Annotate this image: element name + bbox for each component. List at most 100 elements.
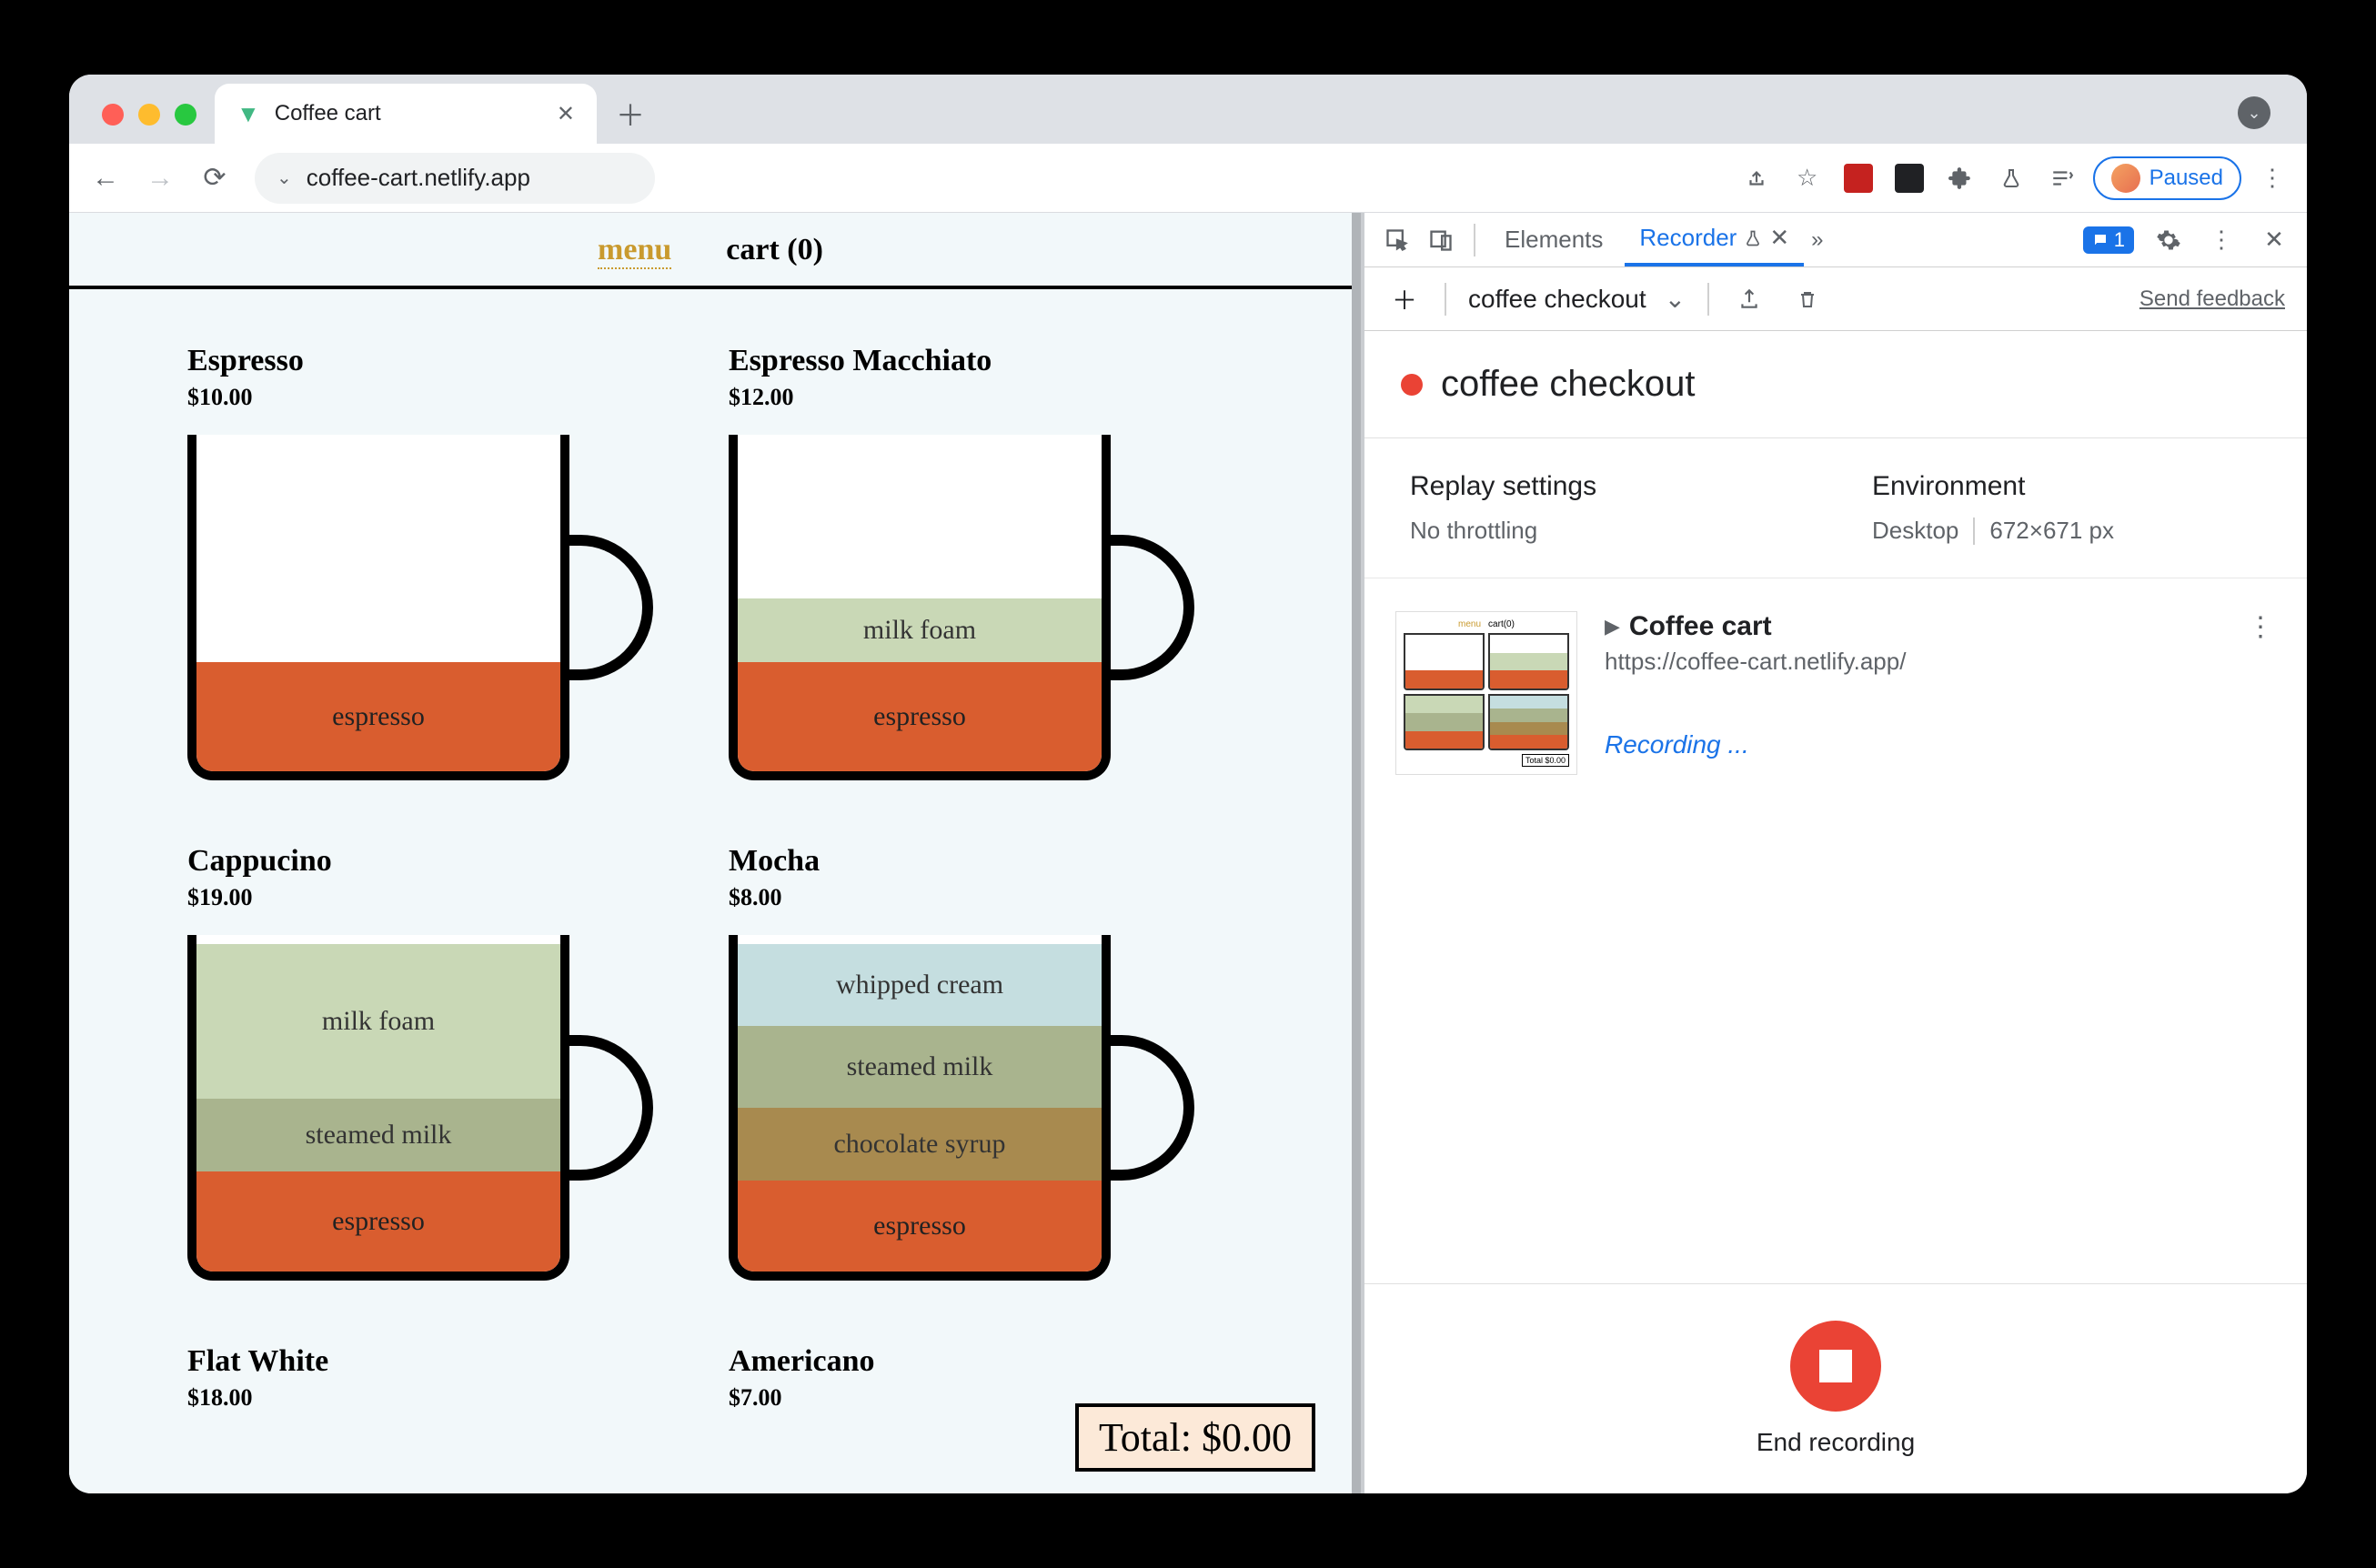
- extensions-menu-icon[interactable]: [1940, 158, 1980, 198]
- extension-1-icon[interactable]: [1838, 158, 1878, 198]
- vue-favicon-icon: ▼: [237, 100, 260, 128]
- cup-graphic: milk foamsteamed milkespresso: [187, 935, 624, 1299]
- cup-layer: espresso: [196, 662, 560, 771]
- close-tab-recorder-icon[interactable]: ✕: [1769, 224, 1789, 252]
- product-title: Americano: [729, 1344, 1233, 1379]
- close-devtools-icon[interactable]: ✕: [2256, 222, 2292, 258]
- cup-graphic: espresso: [187, 435, 624, 799]
- total-box[interactable]: Total: $0.00: [1075, 1403, 1315, 1472]
- paused-label: Paused: [2149, 166, 2223, 191]
- browser-tab[interactable]: ▼ Coffee cart ✕: [215, 84, 597, 144]
- extension-2-icon[interactable]: [1889, 158, 1929, 198]
- step-url: https://coffee-cart.netlify.app/: [1605, 648, 2220, 676]
- product-card[interactable]: Cappucino $19.00 milk foamsteamed milkespr…: [187, 844, 692, 1299]
- site-info-icon[interactable]: ⌄: [277, 166, 292, 189]
- issues-badge[interactable]: 1: [2083, 226, 2134, 254]
- product-price: $18.00: [187, 1384, 692, 1412]
- more-tabs-icon[interactable]: »: [1811, 227, 1823, 253]
- recording-status: Recording ...: [1605, 730, 2220, 759]
- recording-title: coffee checkout: [1441, 364, 1695, 405]
- cup-layer: espresso: [738, 662, 1102, 771]
- share-icon[interactable]: [1737, 158, 1777, 198]
- device-toolbar-icon[interactable]: [1423, 222, 1459, 258]
- devtools-pane: Elements Recorder ✕ » 1 ⋮: [1361, 213, 2307, 1493]
- close-tab-icon[interactable]: ✕: [557, 101, 575, 127]
- recording-title-row: coffee checkout: [1364, 331, 2307, 438]
- tab-search-button[interactable]: ⌄: [2238, 96, 2270, 129]
- product-card[interactable]: Flat White $18.00: [187, 1344, 692, 1435]
- address-bar[interactable]: ⌄ coffee-cart.netlify.app: [255, 153, 655, 204]
- end-recording-button[interactable]: [1790, 1321, 1881, 1412]
- nav-cart-link[interactable]: cart (0): [726, 233, 823, 269]
- cup-layer: whipped cream: [738, 944, 1102, 1026]
- labs-icon[interactable]: [1991, 158, 2031, 198]
- product-title: Mocha: [729, 844, 1233, 879]
- settings-gear-icon[interactable]: [2150, 222, 2187, 258]
- cup-layer: chocolate syrup: [738, 1108, 1102, 1181]
- product-card[interactable]: Espresso Macchiato $12.00 milk foamespress…: [729, 344, 1233, 799]
- cup-layer: steamed milk: [196, 1099, 560, 1171]
- recorder-toolbar: ＋ coffee checkout ⌄ Send feedback: [1364, 267, 2307, 331]
- record-indicator-icon: [1401, 374, 1423, 396]
- url-text: coffee-cart.netlify.app: [307, 164, 530, 192]
- product-card[interactable]: Espresso$10.00espresso: [187, 344, 692, 799]
- maximize-window-button[interactable]: [175, 104, 196, 126]
- product-title: Flat White: [187, 1344, 692, 1379]
- flow-select[interactable]: coffee checkout ⌄: [1468, 284, 1686, 314]
- close-window-button[interactable]: [102, 104, 124, 126]
- profile-paused-pill[interactable]: Paused: [2093, 156, 2241, 200]
- main-area: menu cart (0) Espresso$10.00espressoEspr…: [69, 213, 2307, 1493]
- product-title: Cappucino: [187, 844, 692, 879]
- site-nav: menu cart (0): [69, 213, 1352, 289]
- window-controls: [84, 104, 215, 144]
- page-viewport: menu cart (0) Espresso$10.00espressoEspr…: [69, 213, 1352, 1493]
- step-header[interactable]: ▶ Coffee cart: [1605, 611, 2220, 642]
- settings-row: Replay settings No throttling Environmen…: [1364, 438, 2307, 578]
- reload-button[interactable]: ⟳: [193, 156, 237, 200]
- avatar-icon: [2111, 164, 2140, 193]
- devtools-tabbar: Elements Recorder ✕ » 1 ⋮: [1364, 213, 2307, 267]
- new-tab-button[interactable]: ＋: [608, 91, 653, 136]
- devtools-splitter[interactable]: [1352, 213, 1361, 1493]
- nav-menu-link[interactable]: menu: [598, 233, 671, 269]
- bookmark-icon[interactable]: ☆: [1787, 158, 1827, 198]
- product-price: $12.00: [729, 384, 1233, 411]
- browser-toolbar: ← → ⟳ ⌄ coffee-cart.netlify.app ☆ Paused…: [69, 144, 2307, 213]
- cup-graphic: milk foamespresso: [729, 435, 1165, 799]
- expand-triangle-icon[interactable]: ▶: [1605, 615, 1620, 638]
- end-recording-label: End recording: [1757, 1428, 1915, 1457]
- cup-layer: milk foam: [738, 598, 1102, 662]
- stop-icon: [1819, 1350, 1852, 1382]
- devtools-menu-icon[interactable]: ⋮: [2203, 222, 2240, 258]
- cup-graphic: whipped creamsteamed milkchocolate syrup…: [729, 935, 1165, 1299]
- product-price: $8.00: [729, 884, 1233, 911]
- browser-window: ▼ Coffee cart ✕ ＋ ⌄ ← → ⟳ ⌄ coffee-cart.…: [69, 75, 2307, 1493]
- inspect-element-icon[interactable]: [1379, 222, 1415, 258]
- chevron-down-icon: ⌄: [1665, 284, 1686, 314]
- delete-icon[interactable]: [1789, 281, 1826, 317]
- product-title: Espresso Macchiato: [729, 344, 1233, 378]
- reading-list-icon[interactable]: [2042, 158, 2082, 198]
- cup-layer: espresso: [738, 1181, 1102, 1271]
- send-feedback-link[interactable]: Send feedback: [2139, 286, 2285, 312]
- message-icon: [2092, 232, 2109, 248]
- forward-button[interactable]: →: [138, 156, 182, 200]
- tab-elements[interactable]: Elements: [1490, 213, 1617, 266]
- cup-layer: milk foam: [196, 944, 560, 1099]
- browser-menu-icon[interactable]: ⋮: [2252, 158, 2292, 198]
- minimize-window-button[interactable]: [138, 104, 160, 126]
- tab-recorder[interactable]: Recorder ✕: [1625, 213, 1804, 266]
- step-thumbnail: menucart(0) Total $0.00: [1395, 611, 1577, 775]
- step-menu-icon[interactable]: ⋮: [2247, 611, 2276, 643]
- back-button[interactable]: ←: [84, 156, 127, 200]
- export-icon[interactable]: [1731, 281, 1767, 317]
- environment-settings: Environment Desktop 672×671 px: [1872, 471, 2261, 545]
- product-card[interactable]: Mocha $8.00 whipped creamsteamed milkchoco…: [729, 844, 1233, 1299]
- new-recording-button[interactable]: ＋: [1386, 281, 1423, 317]
- product-title: Espresso: [187, 344, 692, 378]
- tab-strip: ▼ Coffee cart ✕ ＋ ⌄: [69, 75, 2307, 144]
- product-price: $19.00: [187, 884, 692, 911]
- flask-icon: [1744, 228, 1762, 248]
- product-grid: Espresso$10.00espressoEspresso Macchiato…: [69, 289, 1352, 1490]
- replay-settings[interactable]: Replay settings No throttling: [1410, 471, 1799, 545]
